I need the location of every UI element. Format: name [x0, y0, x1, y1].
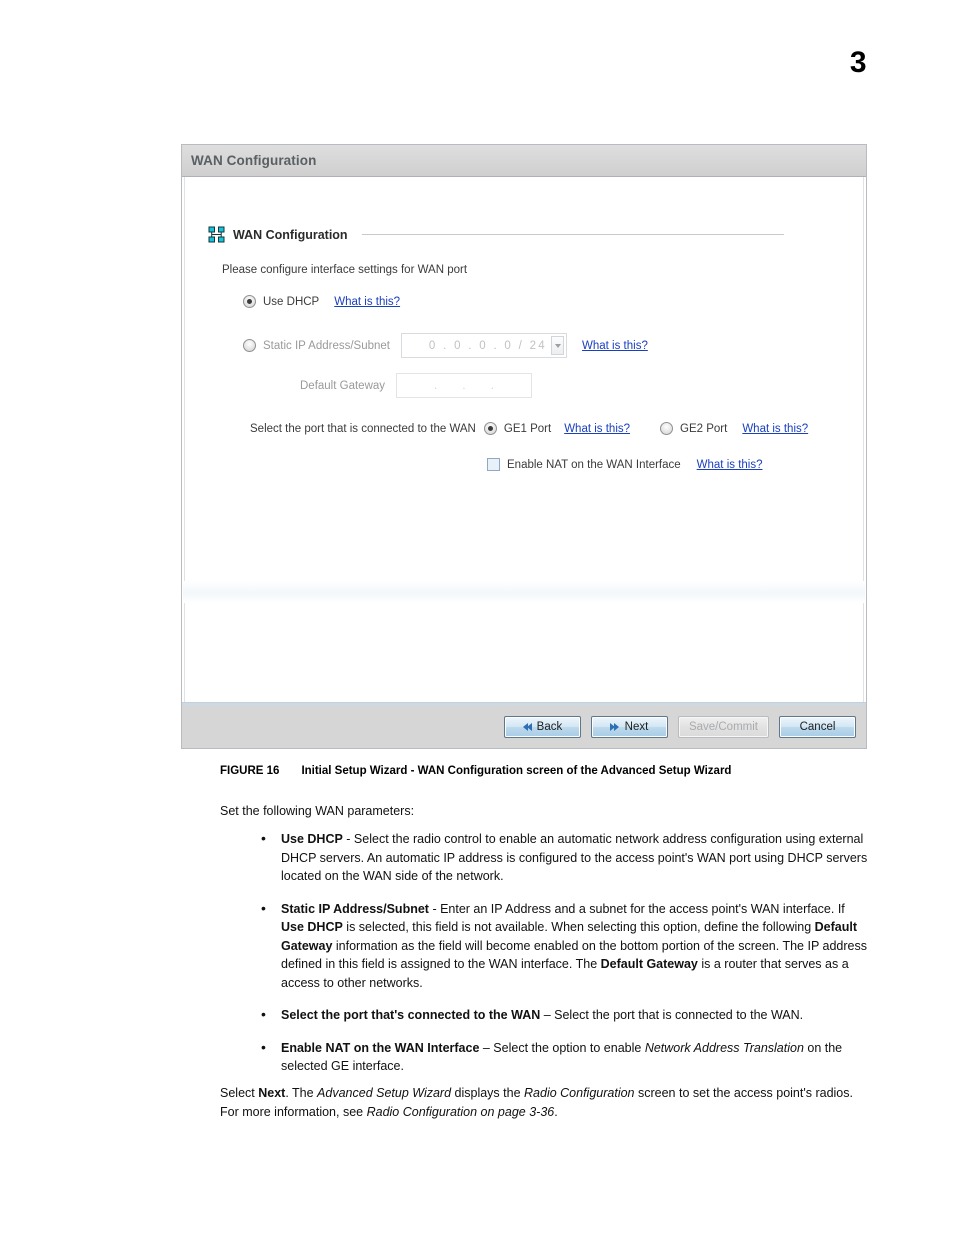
back-button[interactable]: Back: [503, 715, 581, 738]
use-dhcp-row: Use DHCP What is this?: [243, 295, 400, 308]
bullet-term: Use DHCP: [281, 832, 343, 846]
list-item: Use DHCP - Select the radio control to e…: [259, 829, 869, 886]
port-selection-prompt: Select the port that is connected to the…: [250, 422, 476, 435]
ge1-port-help-link[interactable]: What is this?: [564, 423, 630, 435]
section-title: WAN Configuration: [233, 227, 348, 242]
static-ip-row: Static IP Address/Subnet 0 . 0 . 0 . 0 /…: [243, 333, 648, 358]
content-divider-band: [183, 581, 865, 603]
static-ip-label: Static IP Address/Subnet: [263, 339, 391, 352]
network-nodes-icon: [208, 226, 225, 243]
figure-title: Initial Setup Wizard - WAN Configuration…: [301, 765, 732, 777]
bullet-term: Enable NAT on the WAN Interface: [281, 1040, 480, 1055]
back-button-label: Back: [536, 720, 563, 733]
ge1-port-label: GE1 Port: [503, 422, 552, 435]
default-gateway-value: . . .: [434, 379, 505, 392]
list-item: Static IP Address/Subnet - Enter an IP A…: [259, 899, 869, 993]
closing-paragraph: Select Next. The Advanced Setup Wizard d…: [220, 1086, 853, 1119]
default-gateway-row: Default Gateway . . .: [300, 373, 533, 398]
section-instructions: Please configure interface settings for …: [222, 264, 468, 276]
window-button-bar: Back Next Save/Commit Cancel: [182, 703, 866, 748]
chevron-down-icon: [554, 343, 561, 348]
double-chevron-left-icon: [522, 722, 532, 731]
figure-number: FIGURE 16: [220, 765, 280, 777]
parameter-bullet-list: Use DHCP - Select the radio control to e…: [259, 829, 869, 1090]
ge1-port-radio[interactable]: [483, 422, 497, 435]
subnet-spinner-button[interactable]: [551, 336, 565, 355]
window-titlebar: WAN Configuration: [182, 145, 866, 177]
use-dhcp-label: Use DHCP: [263, 295, 320, 308]
section-rule: [361, 234, 784, 235]
static-ip-value: 0 . 0 . 0 . 0 / 24: [428, 339, 548, 352]
cancel-button-label: Cancel: [799, 720, 836, 733]
ge2-port-label: GE2 Port: [680, 422, 728, 435]
window-content-frame: [184, 177, 864, 702]
bullet-text: - Select the radio control to enable an …: [281, 832, 868, 883]
bullet-text: – Select the port that is connected to t…: [540, 1008, 804, 1022]
next-button[interactable]: Next: [590, 715, 668, 738]
list-item: Enable NAT on the WAN Interface – Select…: [259, 1038, 869, 1076]
enable-nat-help-link[interactable]: What is this?: [697, 459, 763, 471]
default-gateway-label: Default Gateway: [300, 379, 386, 392]
default-gateway-input[interactable]: . . .: [396, 373, 533, 398]
static-ip-help-link[interactable]: What is this?: [582, 340, 648, 352]
double-chevron-right-icon: [609, 722, 619, 731]
section-header: WAN Configuration: [208, 226, 784, 243]
window-body: WAN Configuration Please configure inter…: [182, 177, 866, 703]
save-commit-button: Save/Commit: [677, 715, 769, 738]
bullet-term: Static IP Address/Subnet: [281, 901, 429, 916]
list-item: Select the port that's connected to the …: [259, 1005, 869, 1025]
save-commit-button-label: Save/Commit: [688, 720, 758, 733]
wan-configuration-window: WAN Configuration WAN Configuration Plea…: [181, 144, 867, 749]
window-title: WAN Configuration: [191, 153, 317, 168]
chapter-number: 3: [849, 46, 867, 79]
cancel-button[interactable]: Cancel: [779, 715, 856, 738]
figure-caption: FIGURE 16 Initial Setup Wizard - WAN Conf…: [220, 765, 731, 777]
next-button-label: Next: [624, 720, 649, 733]
static-ip-radio[interactable]: [243, 339, 256, 352]
bullet-term: Select the port that's connected to the …: [281, 1008, 541, 1022]
use-dhcp-help-link[interactable]: What is this?: [334, 296, 400, 308]
port-selection-row: Select the port that is connected to the…: [250, 422, 808, 435]
enable-nat-row: Enable NAT on the WAN Interface What is …: [487, 458, 762, 471]
ge2-port-help-link[interactable]: What is this?: [742, 423, 808, 435]
static-ip-input[interactable]: 0 . 0 . 0 . 0 / 24: [401, 333, 568, 358]
lead-paragraph: Set the following WAN parameters:: [220, 804, 415, 818]
enable-nat-label: Enable NAT on the WAN Interface: [507, 458, 681, 471]
ge2-port-radio[interactable]: [660, 422, 674, 435]
use-dhcp-radio[interactable]: [243, 295, 256, 308]
enable-nat-checkbox[interactable]: [487, 458, 500, 471]
